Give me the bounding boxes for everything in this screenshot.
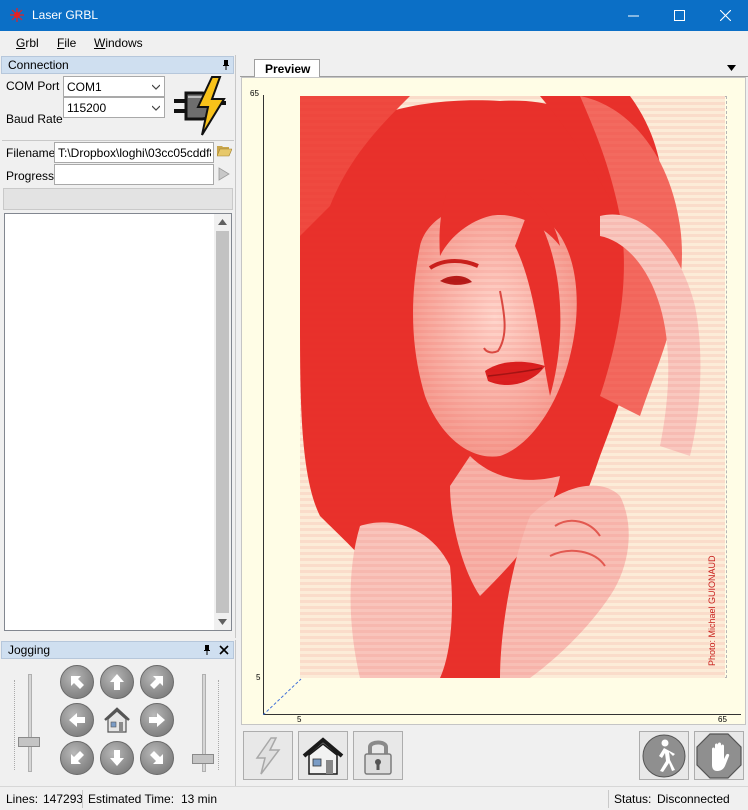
filename-value: T:\Dropbox\loghi\03cc05cddf8f <box>58 146 211 160</box>
jog-right-button[interactable] <box>140 703 174 737</box>
scroll-up-icon[interactable] <box>218 219 227 225</box>
close-button[interactable] <box>702 0 748 31</box>
minimize-button[interactable] <box>610 0 656 31</box>
tab-menu-chevron-icon[interactable] <box>727 65 736 71</box>
preview-panel: Preview 65 5 5 65 Photo: Michael GUIONAU… <box>240 56 748 786</box>
y-axis-top-label: 65 <box>250 89 259 98</box>
jogging-header: Jogging <box>1 641 234 659</box>
jog-left-button[interactable] <box>60 703 94 737</box>
lines-value: 147293 <box>43 792 84 806</box>
com-port-label: COM Port <box>6 79 60 93</box>
jogging-panel: Jogging <box>0 640 236 786</box>
x-axis <box>263 714 741 715</box>
connection-title: Connection <box>8 58 69 72</box>
menu-grbl[interactable]: Grbl <box>16 36 39 50</box>
arrow-left-icon <box>69 713 85 727</box>
x-axis-left-label: 5 <box>297 715 302 724</box>
x-axis-right-label: 65 <box>718 715 727 724</box>
jog-up-left-button[interactable] <box>60 665 94 699</box>
close-panel-icon[interactable] <box>219 645 229 655</box>
engraving-preview-image: Photo: Michael GUIONAUD <box>300 96 725 679</box>
minimize-icon <box>627 15 639 17</box>
arrow-down-icon <box>110 750 124 766</box>
status-label: Status: <box>614 792 652 806</box>
title-bar: Laser GRBL <box>0 0 748 31</box>
jog-home-button[interactable] <box>100 703 134 737</box>
step-slider-thumb[interactable] <box>192 754 214 764</box>
filename-label: Filename <box>6 146 56 160</box>
maximize-icon <box>673 10 685 21</box>
jog-down-button[interactable] <box>100 741 134 775</box>
close-icon <box>719 10 731 21</box>
command-input[interactable] <box>3 188 233 210</box>
com-port-select[interactable]: COM1 <box>63 76 165 97</box>
run-play-icon[interactable] <box>218 167 230 181</box>
pin-icon[interactable] <box>221 59 231 71</box>
connection-panel: Connection COM Port COM1 Baud Rate 11520… <box>0 55 236 638</box>
arrow-up-right-icon <box>150 676 163 689</box>
jog-down-left-button[interactable] <box>60 741 94 775</box>
status-value: Disconnected <box>657 792 730 806</box>
laser-app-icon <box>10 8 24 22</box>
home-button[interactable] <box>298 731 348 780</box>
menu-file[interactable]: File <box>57 36 76 50</box>
walking-person-icon <box>642 734 686 777</box>
walk-button[interactable] <box>639 731 689 780</box>
scroll-thumb[interactable] <box>216 231 229 613</box>
y-axis-bottom-label: 5 <box>256 673 261 682</box>
connect-plug-icon[interactable] <box>168 75 232 137</box>
jogging-title: Jogging <box>8 643 51 657</box>
lines-label: Lines: <box>6 792 39 806</box>
baud-rate-value: 115200 <box>67 101 107 115</box>
scroll-down-icon[interactable] <box>218 619 227 625</box>
photo-watermark: Photo: Michael GUIONAUD <box>707 555 717 666</box>
baud-rate-label: Baud Rate <box>6 112 63 126</box>
home-icon <box>104 707 130 733</box>
menu-windows[interactable]: Windows <box>94 36 143 50</box>
y-axis <box>263 95 264 715</box>
laser-on-button[interactable] <box>243 731 293 780</box>
tab-preview[interactable]: Preview <box>254 59 320 77</box>
arrow-up-icon <box>110 674 124 690</box>
jog-up-button[interactable] <box>100 665 134 699</box>
chevron-down-icon <box>152 105 160 111</box>
maximize-button[interactable] <box>656 0 702 31</box>
window-title: Laser GRBL <box>32 8 99 22</box>
filename-field[interactable]: T:\Dropbox\loghi\03cc05cddf8f <box>54 142 214 163</box>
pin-icon[interactable] <box>202 644 212 656</box>
origin-path <box>263 678 302 715</box>
stop-hand-icon <box>696 732 742 779</box>
estimated-time-value: 13 min <box>181 792 218 806</box>
log-console[interactable] <box>4 213 232 631</box>
log-scrollbar[interactable] <box>214 214 231 630</box>
estimated-time-label: Estimated Time: <box>88 792 175 806</box>
open-folder-icon[interactable] <box>217 144 232 157</box>
connection-header: Connection <box>1 56 234 74</box>
arrow-down-left-icon <box>71 751 84 764</box>
home-icon <box>302 736 344 775</box>
status-bar: Lines: 147293 Estimated Time: 13 min Sta… <box>0 786 748 810</box>
arrow-right-icon <box>149 713 165 727</box>
com-port-value: COM1 <box>67 80 102 94</box>
speed-slider-track[interactable] <box>28 674 32 772</box>
jog-up-right-button[interactable] <box>140 665 174 699</box>
menu-bar: Grbl File Windows <box>0 31 748 55</box>
arrow-down-right-icon <box>150 751 163 764</box>
chevron-down-icon <box>152 84 160 90</box>
tab-preview-label: Preview <box>265 62 311 76</box>
progress-label: Progress <box>6 169 55 183</box>
unlock-button[interactable] <box>353 731 403 780</box>
lightning-icon <box>255 736 281 774</box>
jog-down-right-button[interactable] <box>140 741 174 775</box>
preview-canvas[interactable]: 65 5 5 65 Photo: Michael GUIONAUD <box>241 77 746 725</box>
lock-icon <box>364 740 392 775</box>
arrow-up-left-icon <box>71 676 84 689</box>
speed-slider-thumb[interactable] <box>18 737 40 747</box>
baud-rate-select[interactable]: 115200 <box>63 97 165 118</box>
emergency-stop-button[interactable] <box>694 731 744 780</box>
progress-bar <box>54 164 214 185</box>
